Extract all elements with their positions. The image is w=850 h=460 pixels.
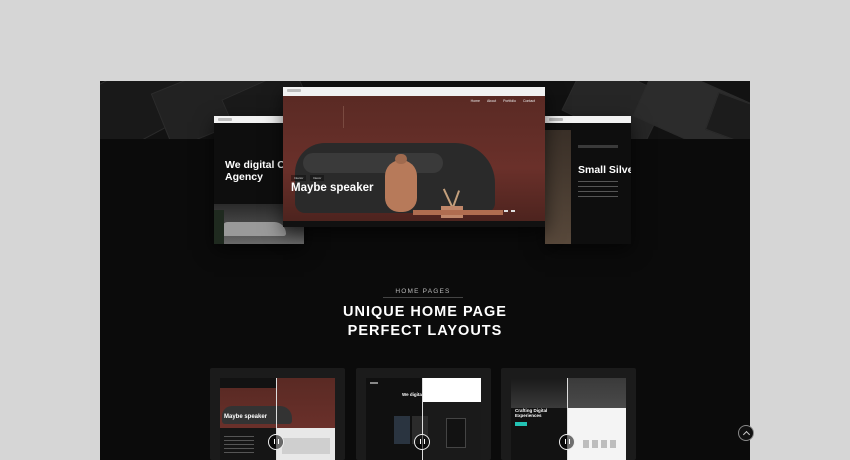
pause-icon[interactable] (559, 434, 575, 450)
window-body: Small Silver (545, 123, 631, 244)
product-image (545, 130, 571, 244)
cta-button (515, 422, 527, 426)
card-screenshot: Maybe speaker (220, 378, 335, 460)
slider-controls (504, 210, 515, 212)
card-title: We digital Creative Agency (402, 392, 460, 397)
site-logo (370, 382, 378, 384)
window-body: Home About Portfolio Contact Interior De… (283, 96, 545, 227)
lamp-cord (343, 106, 344, 128)
tree-image (214, 210, 224, 244)
mockup-window-main: Home About Portfolio Contact Interior De… (283, 87, 545, 227)
card-title: Maybe speaker (224, 414, 268, 420)
pause-icon[interactable] (414, 434, 430, 450)
home-page-card[interactable]: Maybe speaker (210, 368, 345, 460)
table-image (413, 210, 503, 215)
mockup-window-right: Small Silver (545, 116, 631, 244)
section-title-line: UNIQUE HOME PAGE (343, 304, 507, 320)
nav-item: Contact (522, 99, 535, 103)
window-title: Small Silver (578, 164, 631, 176)
browser-bar (283, 87, 545, 96)
browser-bar (545, 116, 631, 123)
category-tag: Decor (310, 175, 325, 181)
card-half-dark (511, 378, 567, 460)
category-tag: Interior (291, 175, 307, 181)
preview-frame: We digital Creative Agency Small Silver … (100, 81, 750, 460)
window-footer (283, 221, 545, 227)
slider-dot (504, 210, 508, 212)
vase-image (385, 154, 417, 212)
card-screenshot: We digital Creative Agency (366, 378, 481, 460)
nav-item: About (486, 99, 497, 103)
card-screenshot: Crafting Digital Experiences (511, 378, 626, 460)
card-title: Crafting Digital Experiences (515, 408, 548, 418)
text-lines (224, 436, 254, 456)
pause-icon[interactable] (268, 434, 284, 450)
product-meta (578, 181, 618, 199)
site-nav: Home About Portfolio Contact (283, 96, 545, 106)
section-title-line: PERFECT LAYOUTS (347, 323, 503, 339)
section-tag: HOME PAGES (383, 286, 463, 298)
nav-menu: Home About Portfolio Contact (471, 99, 535, 103)
home-page-card[interactable]: We digital Creative Agency (356, 368, 491, 460)
slider-dot (511, 210, 515, 212)
portfolio-image (394, 416, 410, 444)
nav-item: Portfolio (503, 99, 516, 103)
home-page-card[interactable]: Crafting Digital Experiences (501, 368, 636, 460)
category-tags: Interior Decor (291, 175, 325, 181)
category-chips (578, 145, 618, 148)
nav-item: Home (470, 99, 480, 103)
hero-headline: Maybe speaker (291, 182, 374, 194)
arrow-up-icon[interactable] (738, 425, 754, 441)
portfolio-image (446, 418, 466, 448)
thumbnail-strip (282, 438, 330, 454)
section-title: UNIQUE HOME PAGE PERFECT LAYOUTS (305, 303, 545, 341)
icon-row (583, 440, 619, 448)
